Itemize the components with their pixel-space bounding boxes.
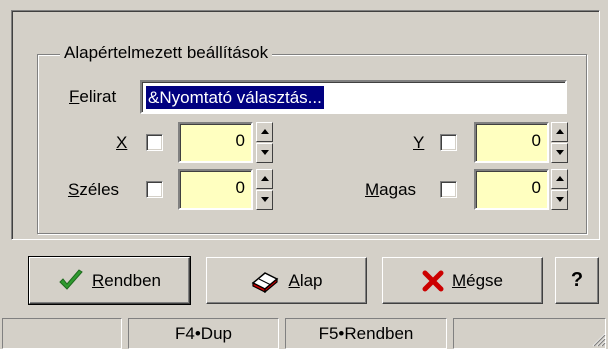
arrow-up-icon [261,129,269,134]
arrow-up-icon [261,176,269,181]
width-value-input[interactable]: 0 [178,169,253,210]
status-cell-4 [453,318,606,349]
caption-input[interactable]: &Nyomtató választás... [140,80,567,114]
width-spinner[interactable] [256,169,273,210]
cancel-button[interactable]: Mégse [382,257,543,304]
status-cell-2: F4•Dup [128,318,279,349]
checkmark-icon [59,268,83,290]
help-button-label: ? [570,269,584,291]
y-value-input[interactable]: 0 [474,122,549,163]
cancel-button-label: Mégse [451,270,504,290]
default-button[interactable]: Alap [206,257,367,304]
ok-button-label: Rendben [91,270,161,290]
arrow-down-icon [556,150,564,155]
status-bar: F4•Dup F5•Rendben [0,316,608,349]
height-spinner[interactable] [551,169,568,210]
x-spinner[interactable] [256,122,273,163]
arrow-down-icon [261,197,269,202]
width-label: Széles [68,180,120,199]
y-checkbox[interactable] [440,134,457,151]
height-checkbox[interactable] [440,181,457,198]
height-spin-down-button[interactable] [551,190,568,210]
width-spin-down-button[interactable] [256,190,273,210]
cancel-x-icon [422,270,444,291]
y-spin-down-button[interactable] [551,143,568,163]
eraser-icon [252,271,279,293]
help-button[interactable]: ? [555,257,599,304]
y-label: Y [413,133,425,152]
width-spin-up-button[interactable] [256,169,273,189]
x-value-input[interactable]: 0 [178,122,253,163]
arrow-down-icon [261,150,269,155]
x-spin-down-button[interactable] [256,143,273,163]
x-checkbox[interactable] [146,134,163,151]
status-cell-3: F5•Rendben [285,318,447,349]
height-spin-up-button[interactable] [551,169,568,189]
y-spin-up-button[interactable] [551,122,568,142]
arrow-up-icon [556,129,564,134]
groupbox-title: Alapértelmezett beállítások [60,43,273,63]
width-checkbox[interactable] [146,181,163,198]
y-spinner[interactable] [551,122,568,163]
default-button-label: Alap [288,270,323,290]
caption-input-selected-text: &Nyomtató választás... [146,86,324,109]
x-label: X [116,133,128,152]
status-cell-1 [2,318,122,349]
dialog-window: Alapértelmezett beállítások Felirat &Nyo… [0,0,608,349]
height-label: Magas [365,180,417,199]
x-spin-up-button[interactable] [256,122,273,142]
ok-button[interactable]: Rendben [28,256,191,305]
caption-label: Felirat [69,87,117,106]
height-value-input[interactable]: 0 [474,169,549,210]
arrow-up-icon [556,176,564,181]
arrow-down-icon [556,197,564,202]
resize-grip-icon[interactable] [592,333,606,347]
